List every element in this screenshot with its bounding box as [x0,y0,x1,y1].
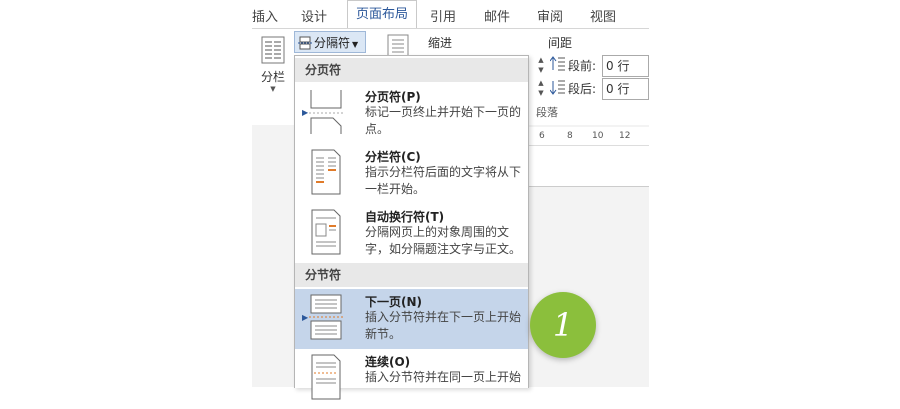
columns-button[interactable]: 分栏 ▼ [258,36,288,93]
menu-item-text-wrapping-break[interactable]: 自动换行符(T) 分隔网页上的对象周围的文字，如分隔题注文字与正文。 [295,204,528,264]
indent-spinner[interactable]: ▲ ▼ [536,78,546,100]
menu-item-title: 连续(O) [365,355,411,369]
tab-page-layout[interactable]: 页面布局 [347,0,418,29]
spacing-label: 间距 [548,36,573,50]
chevron-down-icon: ▼ [270,85,276,93]
chevron-down-icon: ▼ [352,40,359,49]
next-page-section-icon [309,294,343,340]
document-page [528,146,649,187]
space-after-field[interactable]: 0 行 [602,78,649,100]
ruler-tick: 8 [567,131,573,141]
menu-item-next-page[interactable]: ▶ 下一页(N) 插入分节符并在下一页上开始新节。 [295,289,528,349]
pointer-arrow-icon: ▶ [302,313,309,322]
ruler: 6 8 10 12 [528,127,649,146]
menu-item-description: 指示分栏符后面的文字将从下一栏开始。 [365,165,522,196]
breaks-icon [298,36,312,50]
column-break-icon [311,149,341,195]
breaks-button[interactable]: 分隔符 ▼ [294,31,366,53]
ruler-tick: 12 [619,131,631,141]
breaks-menu: 分页符 ▶ 分页符(P) 标记一页终止并开始下一页的点。 分栏符(C) 指示分栏… [294,55,529,400]
menu-item-title: 分栏符(C) [365,150,421,164]
columns-icon [261,36,285,64]
breaks-button-label: 分隔符 [314,36,351,50]
section-breaks-header: 分节符 [295,263,528,287]
pointer-arrow-icon: ▶ [302,108,309,117]
menu-item-title: 自动换行符(T) [365,210,445,224]
step-badge: 1 [530,292,596,358]
menu-item-description: 插入分节符并在下一页上开始新节。 [365,310,522,341]
menu-item-description: 标记一页终止并开始下一页的点。 [365,105,522,136]
page-break-icon [309,90,343,134]
menu-item-title: 分页符(P) [365,90,421,104]
paragraph-group-label: 段落 [536,106,558,119]
tab-review[interactable]: 审阅 [537,6,563,25]
space-after-label: 段后: [568,82,597,96]
tab-view[interactable]: 视图 [590,6,616,25]
space-after-icon [550,80,565,95]
text-wrapping-break-icon [311,209,341,255]
menu-item-page-break[interactable]: ▶ 分页符(P) 标记一页终止并开始下一页的点。 [295,84,528,144]
tab-design[interactable]: 设计 [301,6,327,25]
page-breaks-header: 分页符 [295,58,528,82]
menu-item-title: 下一页(N) [365,295,423,309]
ruler-tick: 6 [539,131,545,141]
menu-item-description: 分隔网页上的对象周围的文字，如分隔题注文字与正文。 [365,225,522,256]
space-before-field[interactable]: 0 行 [602,55,649,77]
continuous-section-icon [311,354,341,400]
indent-spinner[interactable]: ▲ ▼ [536,55,546,77]
menu-item-column-break[interactable]: 分栏符(C) 指示分栏符后面的文字将从下一栏开始。 [295,144,528,204]
menu-item-description: 插入分节符并在同一页上开始 [365,370,522,384]
tab-insert[interactable]: 插入 [252,6,278,25]
indent-label: 缩进 [428,36,453,50]
ruler-tick: 10 [592,131,604,141]
ribbon-tab-bar: 插入 设计 页面布局 引用 邮件 审阅 视图 [252,0,649,29]
tab-references[interactable]: 引用 [430,6,456,25]
columns-label: 分栏 [260,70,285,84]
space-before-label: 段前: [568,59,597,73]
tab-mailings[interactable]: 邮件 [484,6,510,25]
space-before-icon [550,56,565,71]
menu-item-continuous[interactable]: 连续(O) 插入分节符并在同一页上开始 [295,349,528,409]
